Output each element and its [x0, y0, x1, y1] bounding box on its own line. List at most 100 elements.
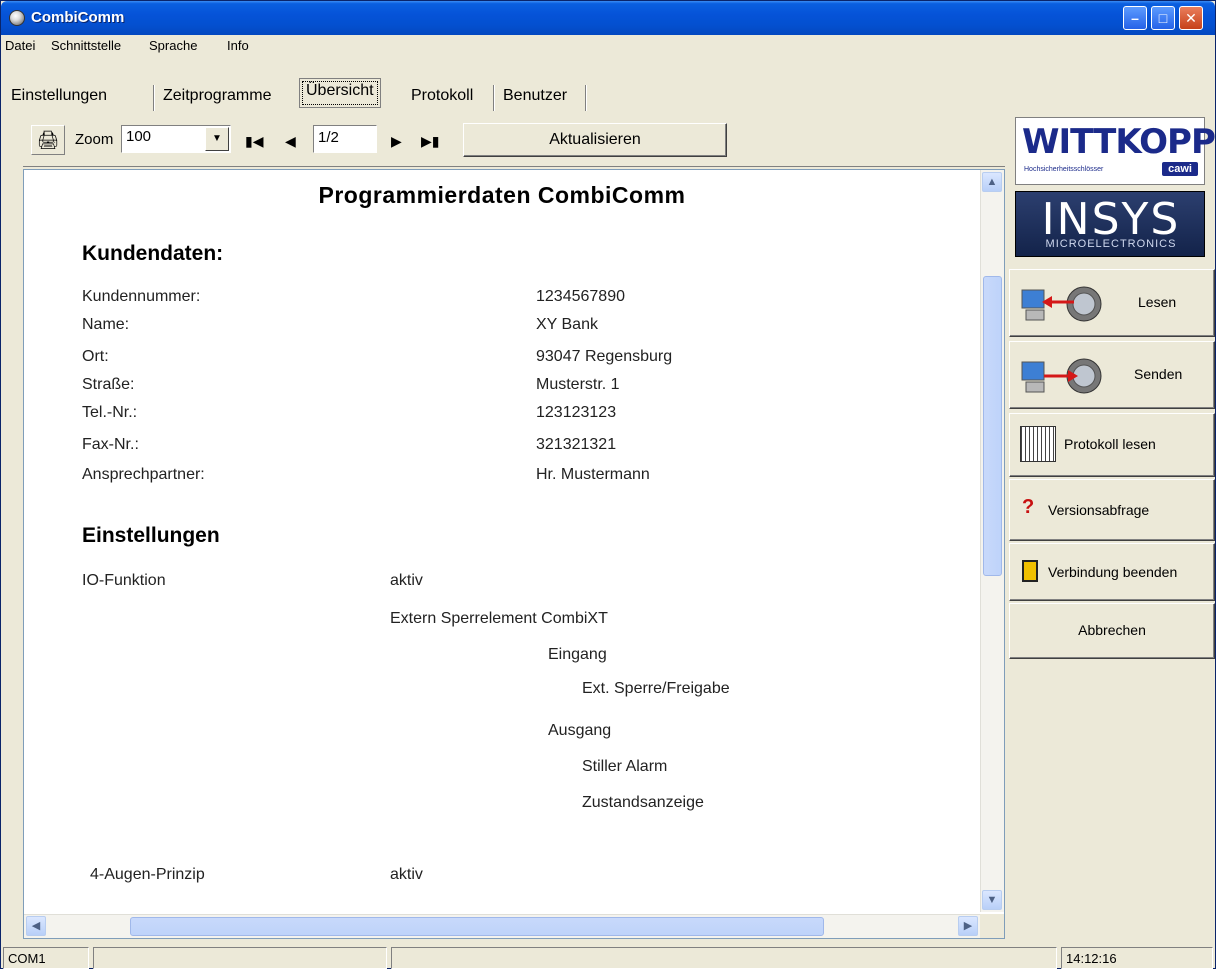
menu-datei[interactable]: Datei: [5, 38, 35, 53]
vertical-scroll-thumb[interactable]: [983, 276, 1002, 576]
question-icon: ?: [1022, 496, 1035, 518]
tab-protokoll[interactable]: Protokoll: [405, 81, 479, 113]
send-button-label: Senden: [1134, 366, 1183, 382]
title-bar[interactable]: CombiComm – □ ✕: [1, 1, 1215, 35]
menu-schnittstelle[interactable]: Schnittstelle: [51, 38, 121, 53]
customer-value: 321321321: [536, 436, 617, 453]
cawi-logo: cawi: [1162, 162, 1198, 176]
refresh-button[interactable]: Aktualisieren: [463, 123, 727, 157]
pc-to-device-icon: [1021, 358, 1102, 394]
customer-value: 93047 Regensburg: [536, 348, 673, 365]
wittkopp-logo: WITTKOPP Hochsicherheitsschlösser cawi: [1015, 117, 1216, 185]
previous-page-icon[interactable]: ◀: [285, 133, 296, 150]
read-button[interactable]: Lesen: [1009, 269, 1215, 337]
customer-label: Fax-Nr.:: [82, 436, 139, 453]
customer-label: Tel.-Nr.:: [82, 404, 138, 421]
page-input[interactable]: 1/2: [313, 125, 377, 153]
menu-info[interactable]: Info: [227, 38, 249, 53]
minimize-button[interactable]: –: [1123, 6, 1147, 30]
read-log-button-label: Protokoll lesen: [1064, 436, 1156, 452]
first-page-icon[interactable]: ▮◀: [245, 133, 263, 150]
report-viewer[interactable]: Programmierdaten CombiComm Kundendaten: …: [23, 169, 1005, 939]
input-label: Eingang: [548, 646, 607, 663]
close-icon: ✕: [1185, 10, 1197, 26]
menu-sprache[interactable]: Sprache: [149, 38, 197, 53]
customer-value: Musterstr. 1: [536, 376, 620, 393]
zoom-value: 100: [126, 128, 152, 145]
insys-logo: INSYS MICROELECTRONICS: [1015, 191, 1205, 257]
input-item: Ext. Sperre/Freigabe: [582, 680, 730, 697]
read-button-label: Lesen: [1138, 294, 1177, 310]
tab-zeitprogramme[interactable]: Zeitprogramme: [157, 81, 277, 113]
exit-door-icon: [1022, 560, 1038, 582]
next-page-icon[interactable]: ▶: [391, 133, 402, 150]
scroll-right-icon[interactable]: ▶: [958, 916, 978, 936]
window-title: CombiComm: [31, 9, 125, 26]
tab-benutzer[interactable]: Benutzer: [497, 81, 573, 113]
zoom-select[interactable]: 100 ▼: [121, 125, 231, 153]
output-label: Ausgang: [548, 722, 612, 739]
scroll-up-icon[interactable]: ▲: [982, 172, 1002, 192]
log-grid-icon: [1020, 426, 1056, 462]
minimize-icon: –: [1131, 10, 1139, 26]
cancel-button[interactable]: Abbrechen: [1009, 603, 1215, 659]
horizontal-scroll-thumb[interactable]: [130, 917, 824, 936]
io-function-value: aktiv: [390, 572, 423, 589]
customer-value: Hr. Mustermann: [536, 466, 650, 483]
print-button[interactable]: 🖨: [31, 125, 65, 155]
printer-icon: 🖨: [36, 130, 60, 150]
tab-separator: [493, 85, 495, 111]
io-element: Extern Sperrelement CombiXT: [390, 610, 608, 627]
scroll-down-icon[interactable]: ▼: [982, 890, 1002, 910]
four-eyes-value: aktiv: [390, 866, 423, 883]
tab-einstellungen[interactable]: Einstellungen: [5, 81, 113, 113]
customer-label: Straße:: [82, 376, 135, 393]
last-page-icon[interactable]: ▶▮: [421, 133, 439, 150]
status-panel: [93, 947, 387, 969]
report-page: Programmierdaten CombiComm Kundendaten: …: [24, 170, 980, 912]
send-button[interactable]: Senden: [1009, 341, 1215, 409]
disconnect-button-label: Verbindung beenden: [1048, 564, 1178, 580]
vertical-scrollbar[interactable]: ▲ ▼: [980, 170, 1004, 912]
chevron-down-icon[interactable]: ▼: [205, 127, 229, 151]
customer-label: Ansprechpartner:: [82, 466, 205, 483]
customer-value: 123123123: [536, 404, 617, 421]
maximize-icon: □: [1158, 10, 1168, 26]
status-port: COM1: [3, 947, 89, 969]
version-button-label: Versionsabfrage: [1048, 502, 1150, 518]
scroll-left-icon[interactable]: ◀: [26, 916, 46, 936]
maximize-button[interactable]: □: [1151, 6, 1175, 30]
menu-bar: Datei Schnittstelle Sprache Info: [1, 35, 1215, 57]
report-title: Programmierdaten CombiComm: [318, 182, 686, 208]
tab-separator: [153, 85, 155, 111]
scroll-corner: [980, 914, 1004, 938]
pc-to-device-icon: [1021, 286, 1102, 322]
customer-value: 1234567890: [536, 288, 625, 305]
horizontal-scrollbar[interactable]: ◀ ▶: [24, 914, 980, 938]
customer-label: Ort:: [82, 348, 109, 365]
wittkopp-logo-text: WITTKOPP: [1022, 122, 1216, 162]
app-icon: [9, 10, 25, 26]
customer-value: XY Bank: [536, 316, 598, 333]
report-toolbar: 🖨 Zoom 100 ▼ ▮◀ ◀ 1/2 ▶ ▶▮ Aktualisieren: [23, 119, 1005, 167]
customer-heading: Kundendaten:: [82, 242, 224, 265]
output-item: Zustandsanzeige: [582, 794, 704, 811]
cancel-button-label: Abbrechen: [1078, 622, 1146, 638]
status-bar: COM1 14:12:16: [1, 945, 1215, 969]
wittkopp-logo-subtitle: Hochsicherheitsschlösser: [1024, 166, 1104, 173]
version-button[interactable]: ? Versionsabfrage: [1009, 479, 1215, 541]
tab-uebersicht[interactable]: Übersicht: [299, 78, 381, 108]
close-button[interactable]: ✕: [1179, 6, 1203, 30]
read-log-button[interactable]: Protokoll lesen: [1009, 413, 1215, 477]
customer-label: Name:: [82, 316, 130, 333]
settings-heading: Einstellungen: [82, 524, 220, 547]
status-panel: [391, 947, 1057, 969]
insys-logo-subtitle: MICROELECTRONICS: [1045, 238, 1177, 250]
application-window: CombiComm – □ ✕ Datei Schnittstelle Spra…: [0, 0, 1216, 969]
disconnect-button[interactable]: Verbindung beenden: [1009, 543, 1215, 601]
io-function-label: IO-Funktion: [82, 572, 166, 589]
status-time: 14:12:16: [1061, 947, 1213, 969]
tab-separator: [585, 85, 587, 111]
customer-label: Kundennummer:: [82, 288, 201, 305]
four-eyes-label: 4-Augen-Prinzip: [90, 866, 205, 883]
